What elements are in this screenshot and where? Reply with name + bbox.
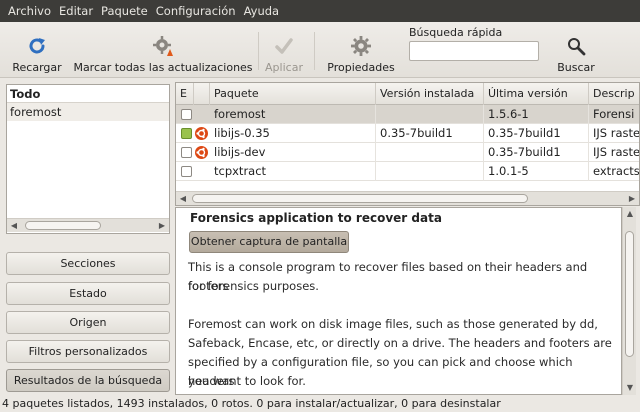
filter-list-hscrollbar[interactable]: ◀ ▶ bbox=[7, 218, 169, 232]
scroll-down-arrow-icon[interactable]: ▼ bbox=[623, 381, 637, 395]
package-description: IJS raste bbox=[593, 126, 640, 140]
scroll-thumb[interactable] bbox=[25, 221, 101, 230]
properties-gear-icon bbox=[349, 34, 373, 58]
quick-search-input[interactable] bbox=[409, 41, 539, 61]
toolbar-separator bbox=[314, 32, 315, 70]
properties-label: Propiedades bbox=[327, 61, 395, 74]
col-header-status[interactable]: E bbox=[176, 83, 194, 105]
table-header: E Paquete Versión instalada Última versi… bbox=[176, 83, 639, 105]
filter-item-foremost[interactable]: foremost bbox=[7, 103, 169, 121]
package-name: libijs-dev bbox=[210, 143, 376, 162]
col-header-installed-version[interactable]: Versión instalada bbox=[376, 83, 484, 105]
ubuntu-logo-icon bbox=[195, 127, 208, 143]
ubuntu-logo-icon bbox=[195, 146, 208, 162]
search-icon bbox=[564, 34, 588, 58]
latest-version: 0.35-7build1 bbox=[484, 143, 589, 162]
mark-all-upgrades-label: Marcar todas las actualizaciones bbox=[73, 61, 253, 74]
search-results-button[interactable]: Resultados de la búsqueda bbox=[6, 369, 170, 392]
toolbar-separator bbox=[258, 32, 259, 70]
package-description: Forensi bbox=[593, 107, 635, 121]
col-header-latest-version[interactable]: Última versión bbox=[484, 83, 589, 105]
col-header-description[interactable]: Descrip bbox=[589, 83, 639, 105]
installed-version: 0.35-7build1 bbox=[376, 124, 484, 143]
row-checkbox[interactable] bbox=[181, 147, 192, 158]
properties-button[interactable]: Propiedades bbox=[326, 28, 396, 74]
table-hscrollbar[interactable]: ◀ ▶ bbox=[176, 191, 639, 205]
row-checkbox[interactable] bbox=[181, 128, 192, 139]
scroll-left-arrow-icon[interactable]: ◀ bbox=[176, 192, 190, 205]
package-name: foremost bbox=[210, 105, 376, 124]
row-checkbox[interactable] bbox=[181, 109, 192, 120]
menu-ayuda[interactable]: Ayuda bbox=[240, 4, 284, 18]
menubar: Archivo Editar Paquete Configuración Ayu… bbox=[0, 0, 640, 22]
latest-version: 1.5.6-1 bbox=[484, 105, 589, 124]
col-header-package[interactable]: Paquete bbox=[210, 83, 376, 105]
description-line: Foremost can work on disk image files, s… bbox=[188, 317, 598, 331]
mark-all-upgrades-button[interactable]: Marcar todas las actualizaciones bbox=[73, 28, 253, 74]
description-vscrollbar[interactable]: ▲ ▼ bbox=[622, 207, 636, 395]
scroll-thumb[interactable] bbox=[625, 231, 634, 357]
table-row[interactable]: tcpxtract 1.0.1-5 extracts bbox=[176, 162, 640, 181]
package-description: extracts bbox=[593, 164, 640, 178]
status-button[interactable]: Estado bbox=[6, 282, 170, 305]
description-line: for forensics purposes. bbox=[188, 279, 319, 293]
filter-list: Todo foremost ◀ ▶ bbox=[6, 84, 170, 234]
package-table: E Paquete Versión instalada Última versi… bbox=[175, 82, 640, 206]
apply-label: Aplicar bbox=[265, 61, 303, 74]
upgrade-gear-icon bbox=[151, 34, 175, 58]
package-description: IJS raste bbox=[593, 145, 640, 159]
quick-search-label: Búsqueda rápida bbox=[409, 26, 503, 39]
table-row[interactable]: foremost 1.5.6-1 Forensi bbox=[176, 105, 639, 124]
menu-editar[interactable]: Editar bbox=[55, 4, 97, 18]
reload-button[interactable]: Recargar bbox=[6, 28, 68, 74]
menu-paquete[interactable]: Paquete bbox=[97, 4, 152, 18]
reload-label: Recargar bbox=[12, 61, 62, 74]
statusbar: 4 paquetes listados, 1493 instalados, 0 … bbox=[2, 397, 501, 410]
installed-version bbox=[376, 143, 484, 162]
menu-archivo[interactable]: Archivo bbox=[4, 4, 55, 18]
reload-icon bbox=[25, 34, 49, 58]
scroll-left-arrow-icon[interactable]: ◀ bbox=[7, 219, 21, 232]
table-row[interactable]: libijs-dev 0.35-7build1 IJS raste bbox=[176, 143, 640, 162]
installed-version bbox=[376, 162, 484, 181]
sections-button[interactable]: Secciones bbox=[6, 252, 170, 275]
description-title: Forensics application to recover data bbox=[190, 211, 442, 225]
description-line: you want to look for. bbox=[188, 374, 306, 388]
package-description-panel: Forensics application to recover data Ob… bbox=[175, 207, 622, 395]
scroll-up-arrow-icon[interactable]: ▲ bbox=[623, 207, 637, 221]
apply-button[interactable]: Aplicar bbox=[262, 28, 306, 74]
scroll-thumb[interactable] bbox=[192, 194, 528, 203]
toolbar: Recargar Marcar todas las actualizacione… bbox=[0, 22, 640, 78]
description-line: Safeback, Encase, etc, or directly on a … bbox=[188, 336, 612, 350]
scroll-right-arrow-icon[interactable]: ▶ bbox=[625, 192, 639, 205]
installed-version bbox=[376, 105, 484, 124]
filter-header-all[interactable]: Todo bbox=[7, 85, 169, 103]
latest-version: 0.35-7build1 bbox=[484, 124, 589, 143]
menu-configuracion[interactable]: Configuración bbox=[152, 4, 240, 18]
custom-filters-button[interactable]: Filtros personalizados bbox=[6, 340, 170, 363]
search-label: Buscar bbox=[557, 61, 595, 74]
col-header-icon[interactable] bbox=[194, 83, 210, 105]
latest-version: 1.0.1-5 bbox=[484, 162, 589, 181]
package-name: libijs-0.35 bbox=[210, 124, 376, 143]
get-screenshot-button[interactable]: Obtener captura de pantalla bbox=[189, 231, 349, 253]
origin-button[interactable]: Origen bbox=[6, 311, 170, 334]
scroll-right-arrow-icon[interactable]: ▶ bbox=[155, 219, 169, 232]
apply-check-icon bbox=[272, 34, 296, 58]
package-name: tcpxtract bbox=[210, 162, 376, 181]
table-row[interactable]: libijs-0.35 0.35-7build1 0.35-7build1 IJ… bbox=[176, 124, 640, 143]
search-button[interactable]: Buscar bbox=[554, 28, 598, 74]
row-checkbox[interactable] bbox=[181, 166, 192, 177]
